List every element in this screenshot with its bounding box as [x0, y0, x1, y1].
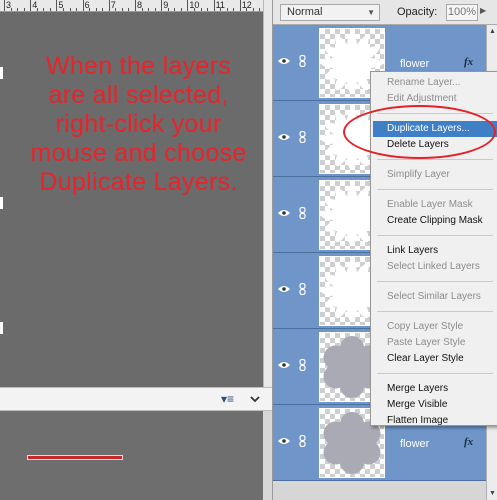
layer-name[interactable]: flower	[400, 58, 429, 70]
menu-separator	[377, 311, 493, 312]
menu-separator	[377, 235, 493, 236]
scroll-down-icon[interactable]: ▼	[489, 490, 496, 497]
horizontal-ruler: 3 4 5 6 7 8 9 10 11 12	[0, 0, 263, 12]
highlight-callout-ellipse	[343, 105, 496, 159]
ruler-tick	[30, 0, 32, 11]
opacity-input[interactable]: 100%	[446, 4, 478, 21]
bottom-panel-scrollbar[interactable]	[263, 411, 272, 500]
progress-bar	[27, 455, 123, 460]
menu-item-create-clipping-mask[interactable]: Create Clipping Mask	[373, 213, 497, 229]
link-icon[interactable]	[299, 207, 306, 219]
menu-item-link-layers[interactable]: Link Layers	[373, 243, 497, 259]
instruction-line: are all selected,	[48, 81, 229, 109]
ruler-mark	[0, 322, 3, 334]
panel-header-bar: ▾≡	[0, 387, 272, 411]
instruction-line: When the layers	[45, 52, 232, 80]
ruler-tick	[239, 0, 241, 11]
opacity-label: Opacity:	[397, 6, 438, 18]
menu-separator	[377, 159, 493, 160]
scroll-up-icon[interactable]: ▲	[489, 28, 496, 35]
eye-visibility-icon[interactable]	[278, 57, 290, 65]
chevron-down-icon[interactable]	[250, 392, 260, 406]
chevron-down-icon: ▼	[367, 8, 375, 17]
eye-visibility-icon[interactable]	[278, 361, 290, 369]
menu-item-clear-layer-style[interactable]: Clear Layer Style	[373, 351, 497, 367]
link-icon[interactable]	[299, 283, 306, 295]
ruler-tick	[108, 0, 110, 11]
fx-icon[interactable]: fx	[464, 436, 473, 448]
ruler-tick	[56, 0, 58, 11]
menu-item-select-linked-layers[interactable]: Select Linked Layers	[373, 259, 497, 275]
fx-icon[interactable]: fx	[464, 56, 473, 68]
menu-item-merge-visible[interactable]: Merge Visible	[373, 397, 497, 413]
link-icon[interactable]	[299, 359, 306, 371]
menu-item-enable-layer-mask[interactable]: Enable Layer Mask	[373, 197, 497, 213]
menu-separator	[377, 373, 493, 374]
screenshot-root: 3 4 5 6 7 8 9 10 11 12 When the layers are all sel…	[0, 0, 497, 500]
ruler-tick	[135, 0, 136, 11]
layer-name[interactable]: flower	[400, 438, 429, 450]
menu-item-rename-layer[interactable]: Rename Layer...	[373, 75, 497, 91]
blend-mode-select[interactable]: Normal ▼	[280, 4, 380, 21]
ruler-tick	[213, 0, 215, 11]
blend-mode-value: Normal	[287, 6, 323, 18]
ruler-tick	[161, 0, 163, 11]
menu-item-select-similar-layers[interactable]: Select Similar Layers	[373, 289, 497, 305]
link-icon[interactable]	[299, 131, 306, 143]
instruction-line: mouse and choose	[30, 139, 247, 167]
menu-item-copy-layer-style[interactable]: Copy Layer Style	[373, 319, 497, 335]
menu-item-flatten-image[interactable]: Flatten Image	[373, 413, 497, 429]
eye-visibility-icon[interactable]	[278, 209, 290, 217]
eye-visibility-icon[interactable]	[278, 285, 290, 293]
menu-item-merge-layers[interactable]: Merge Layers	[373, 381, 497, 397]
ruler-mark	[0, 197, 3, 209]
ruler-tick	[4, 0, 5, 11]
instruction-line: Duplicate Layers.	[39, 168, 238, 196]
eye-visibility-icon[interactable]	[278, 437, 290, 445]
menu-separator	[377, 281, 493, 282]
menu-separator	[377, 189, 493, 190]
ruler-tick	[187, 0, 189, 11]
instruction-line: right-click your	[55, 110, 222, 138]
link-icon[interactable]	[299, 55, 306, 67]
menu-item-paste-layer-style[interactable]: Paste Layer Style	[373, 335, 497, 351]
ruler-tick	[82, 0, 84, 11]
layers-panel-toolbar: Normal ▼ Opacity: 100% ▶	[273, 0, 497, 25]
opacity-arrow-icon[interactable]: ▶	[480, 6, 486, 15]
eye-visibility-icon[interactable]	[278, 133, 290, 141]
canvas-scrollbar[interactable]	[263, 0, 272, 387]
progress-fill	[28, 456, 122, 459]
panel-menu-icon[interactable]: ▾≡	[221, 392, 234, 406]
menu-item-simplify-layer[interactable]: Simplify Layer	[373, 167, 497, 183]
link-icon[interactable]	[299, 435, 306, 447]
instruction-text: When the layers are all selected, right-cl…	[0, 52, 277, 197]
